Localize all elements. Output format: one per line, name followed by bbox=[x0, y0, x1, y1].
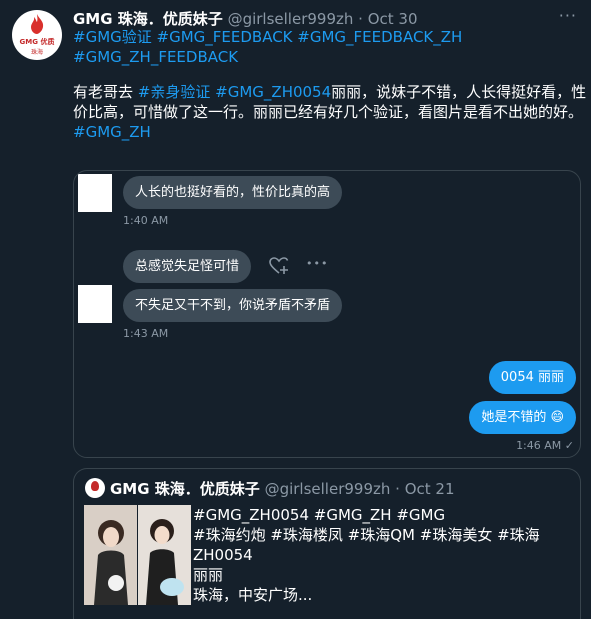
quoted-tweet-date: Oct 21 bbox=[404, 480, 455, 498]
avatar-logo-subtext: 珠海 bbox=[30, 49, 43, 56]
hashtag-link[interactable]: #亲身验证 bbox=[138, 83, 211, 101]
header-separator: · bbox=[358, 10, 363, 28]
quoted-text-line: 丽丽 bbox=[193, 566, 224, 584]
tweet-header: GMG 珠海．优质妹子 @girlseller999zh · Oct 30 bbox=[73, 8, 418, 29]
hashtag-link[interactable]: #GMG_ZH bbox=[73, 123, 151, 141]
message-timestamp: 1:46 AM ✓ bbox=[516, 439, 574, 452]
quoted-text-line: #珠海约炮 #珠海楼凤 #珠海QM #珠海美女 #珠海 bbox=[193, 526, 540, 544]
hashtag-link[interactable]: #GMG_ZH0054 bbox=[215, 83, 331, 101]
header-separator: · bbox=[395, 480, 400, 498]
photo-placeholder-icon bbox=[138, 505, 191, 605]
tweet-body: 有老哥去 #亲身验证 #GMG_ZH0054丽丽，说妹子不错，人长得挺好看，性价… bbox=[73, 82, 588, 142]
quoted-author-handle: @girlseller999zh bbox=[264, 480, 391, 498]
message-bubble: 人长的也挺好看的，性价比真的高 bbox=[123, 176, 343, 209]
author-handle[interactable]: @girlseller999zh bbox=[228, 10, 354, 28]
tweet-date[interactable]: Oct 30 bbox=[368, 10, 418, 28]
photo-placeholder-icon bbox=[84, 505, 137, 605]
message-bubble: 她是不错的 😄 bbox=[469, 401, 576, 434]
avatar-logo-text: GMG 优质 bbox=[19, 38, 55, 46]
ellipsis-icon[interactable]: ••• bbox=[306, 257, 328, 270]
message-bubble: 0054 丽丽 bbox=[488, 361, 576, 394]
author-name[interactable]: GMG 珠海．优质妹子 bbox=[73, 10, 223, 28]
tweet-hashtags[interactable]: #GMG验证 #GMG_FEEDBACK #GMG_FEEDBACK_ZH #G… bbox=[73, 27, 493, 67]
message-timestamp: 1:43 AM bbox=[123, 327, 169, 340]
quoted-tweet-text: #GMG_ZH0054 #GMG_ZH #GMG #珠海约炮 #珠海楼凤 #珠海… bbox=[193, 505, 573, 605]
quoted-author-avatar bbox=[85, 478, 105, 498]
quoted-photo[interactable] bbox=[84, 505, 137, 605]
quoted-tweet-header: GMG 珠海．优质妹子 @girlseller999zh · Oct 21 bbox=[110, 478, 455, 499]
message-bubble: 总感觉失足怪可惜 bbox=[123, 250, 252, 283]
quoted-photo[interactable] bbox=[138, 505, 191, 605]
message-bubble: 不失足又干不到，你说矛盾不矛盾 bbox=[123, 289, 343, 322]
quoted-text-line: #GMG_ZH0054 #GMG_ZH #GMG bbox=[193, 506, 446, 524]
chat-screenshot: 人长的也挺好看的，性价比真的高 1:40 AM 总感觉失足怪可惜 ••• 不失足… bbox=[73, 170, 581, 458]
quoted-tweet[interactable]: GMG 珠海．优质妹子 @girlseller999zh · Oct 21 #G… bbox=[73, 468, 581, 619]
quoted-text-line: ZH0054 bbox=[193, 546, 253, 564]
quoted-text-line: 珠海，中安广场... bbox=[193, 586, 313, 604]
heart-add-icon[interactable] bbox=[269, 257, 289, 275]
tweet-body-text: 有老哥去 bbox=[73, 83, 134, 101]
more-options-icon[interactable]: ··· bbox=[559, 6, 577, 25]
flame-logo-icon bbox=[31, 14, 44, 34]
author-avatar[interactable]: GMG 优质 珠海 bbox=[12, 10, 62, 60]
quoted-author-name: GMG 珠海．优质妹子 bbox=[110, 480, 260, 498]
redacted-avatar bbox=[78, 285, 112, 323]
redacted-avatar bbox=[78, 174, 112, 212]
message-timestamp: 1:40 AM bbox=[123, 214, 169, 227]
